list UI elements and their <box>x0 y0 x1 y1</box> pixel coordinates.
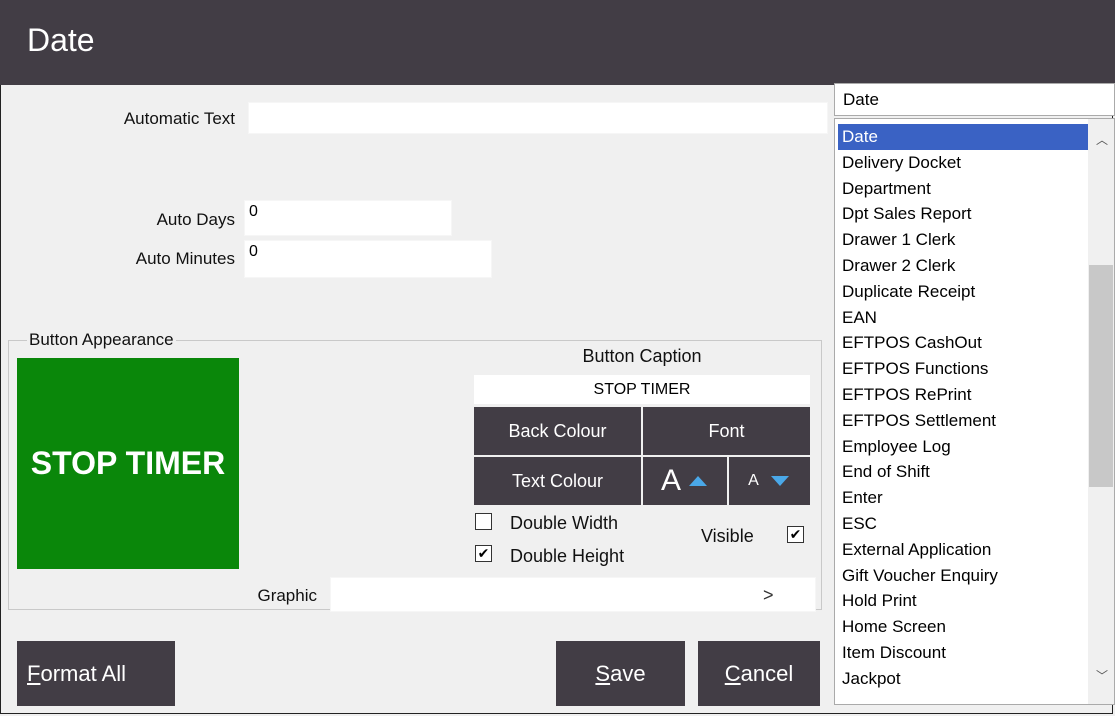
back-colour-button[interactable]: Back Colour <box>474 407 641 455</box>
list-item[interactable]: Home Screen <box>838 614 1088 640</box>
cancel-button[interactable]: Cancel <box>698 641 820 706</box>
list-item[interactable]: Gift Voucher Enquiry <box>838 563 1088 589</box>
list-item[interactable]: EFTPOS Functions <box>838 356 1088 382</box>
double-height-label: Double Height <box>510 546 625 566</box>
list-item[interactable]: Duplicate Receipt <box>838 279 1088 305</box>
list-item[interactable]: Drawer 2 Clerk <box>838 253 1088 279</box>
graphic-field[interactable] <box>330 577 816 612</box>
scroll-up-icon[interactable]: ︿ <box>1096 131 1108 148</box>
list-item[interactable]: EAN <box>838 305 1088 331</box>
list-item[interactable]: Dpt Sales Report <box>838 201 1088 227</box>
list-item[interactable]: Department <box>838 176 1088 202</box>
scroll-down-icon[interactable]: ﹀ <box>1096 667 1108 684</box>
arrow-up-icon <box>689 476 707 486</box>
save-accel: S <box>595 660 611 686</box>
list-item[interactable]: End of Shift <box>838 459 1088 485</box>
list-item[interactable]: Hold Print <box>838 588 1088 614</box>
list-scroll-thumb[interactable] <box>1089 265 1113 487</box>
list-item[interactable]: Employee Log <box>838 434 1088 460</box>
auto-minutes-label: Auto Minutes <box>135 249 235 268</box>
button-caption-title: Button Caption <box>582 346 702 366</box>
auto-minutes-field[interactable]: 0 <box>244 240 492 278</box>
visible-checkbox[interactable]: ✔ <box>787 526 804 543</box>
list-item[interactable]: Jackpot <box>838 666 1088 692</box>
back-colour-label: Back Colour <box>508 420 607 441</box>
double-height-checkbox[interactable]: ✔ <box>475 545 492 562</box>
button-caption-field[interactable]: STOP TIMER <box>474 375 810 404</box>
auto-days-label: Auto Days <box>156 210 235 229</box>
function-list[interactable]: Date Delivery Docket Department Dpt Sales R… <box>834 118 1115 705</box>
button-preview: STOP TIMER <box>17 358 239 569</box>
font-size-decrease-button[interactable]: A <box>729 457 810 505</box>
font-size-increase-button[interactable]: A <box>643 457 727 505</box>
button-appearance-title: Button Appearance <box>27 330 176 350</box>
list-item[interactable]: Date <box>838 124 1088 150</box>
list-item[interactable]: EFTPOS Settlement <box>838 408 1088 434</box>
text-colour-button[interactable]: Text Colour <box>474 457 641 505</box>
title-bar: Date <box>0 0 1115 85</box>
font-large-glyph: A <box>660 464 681 497</box>
font-button[interactable]: Font <box>643 407 810 455</box>
list-item[interactable]: Enter <box>838 485 1088 511</box>
list-item[interactable]: External Application <box>838 537 1088 563</box>
auto-days-field[interactable]: 0 <box>244 200 452 236</box>
cancel-accel: C <box>724 660 741 686</box>
function-search-field[interactable]: Date <box>834 83 1115 116</box>
font-label: Font <box>708 420 745 441</box>
list-item[interactable]: EFTPOS RePrint <box>838 382 1088 408</box>
font-small-glyph: A <box>748 472 759 489</box>
format-all-button[interactable]: Format All <box>17 641 175 706</box>
automatic-text-label: Automatic Text <box>123 109 235 128</box>
format-all-accel: F <box>27 660 41 686</box>
text-colour-label: Text Colour <box>511 470 604 491</box>
list-scrollbar[interactable]: ︿ ﹀ <box>1088 119 1114 704</box>
list-item[interactable]: Delivery Docket <box>838 150 1088 176</box>
list-item[interactable]: Drawer 1 Clerk <box>838 227 1088 253</box>
visible-label: Visible <box>701 526 754 546</box>
save-label: ave <box>610 660 646 686</box>
save-button[interactable]: Save <box>556 641 685 706</box>
list-item[interactable]: EFTPOS CashOut <box>838 330 1088 356</box>
format-all-label: ormat All <box>40 660 127 686</box>
graphic-browse-button[interactable]: > <box>763 585 774 606</box>
graphic-label: Graphic <box>257 586 317 605</box>
double-width-label: Double Width <box>510 513 619 533</box>
arrow-down-icon <box>770 476 789 486</box>
window-title: Date <box>27 22 95 58</box>
double-width-checkbox[interactable] <box>475 513 492 530</box>
list-item[interactable]: Item Discount <box>838 640 1088 666</box>
button-preview-text: STOP TIMER <box>30 445 226 481</box>
list-item[interactable]: ESC <box>838 511 1088 537</box>
automatic-text-field[interactable] <box>248 102 828 134</box>
cancel-label: ancel <box>740 660 794 686</box>
